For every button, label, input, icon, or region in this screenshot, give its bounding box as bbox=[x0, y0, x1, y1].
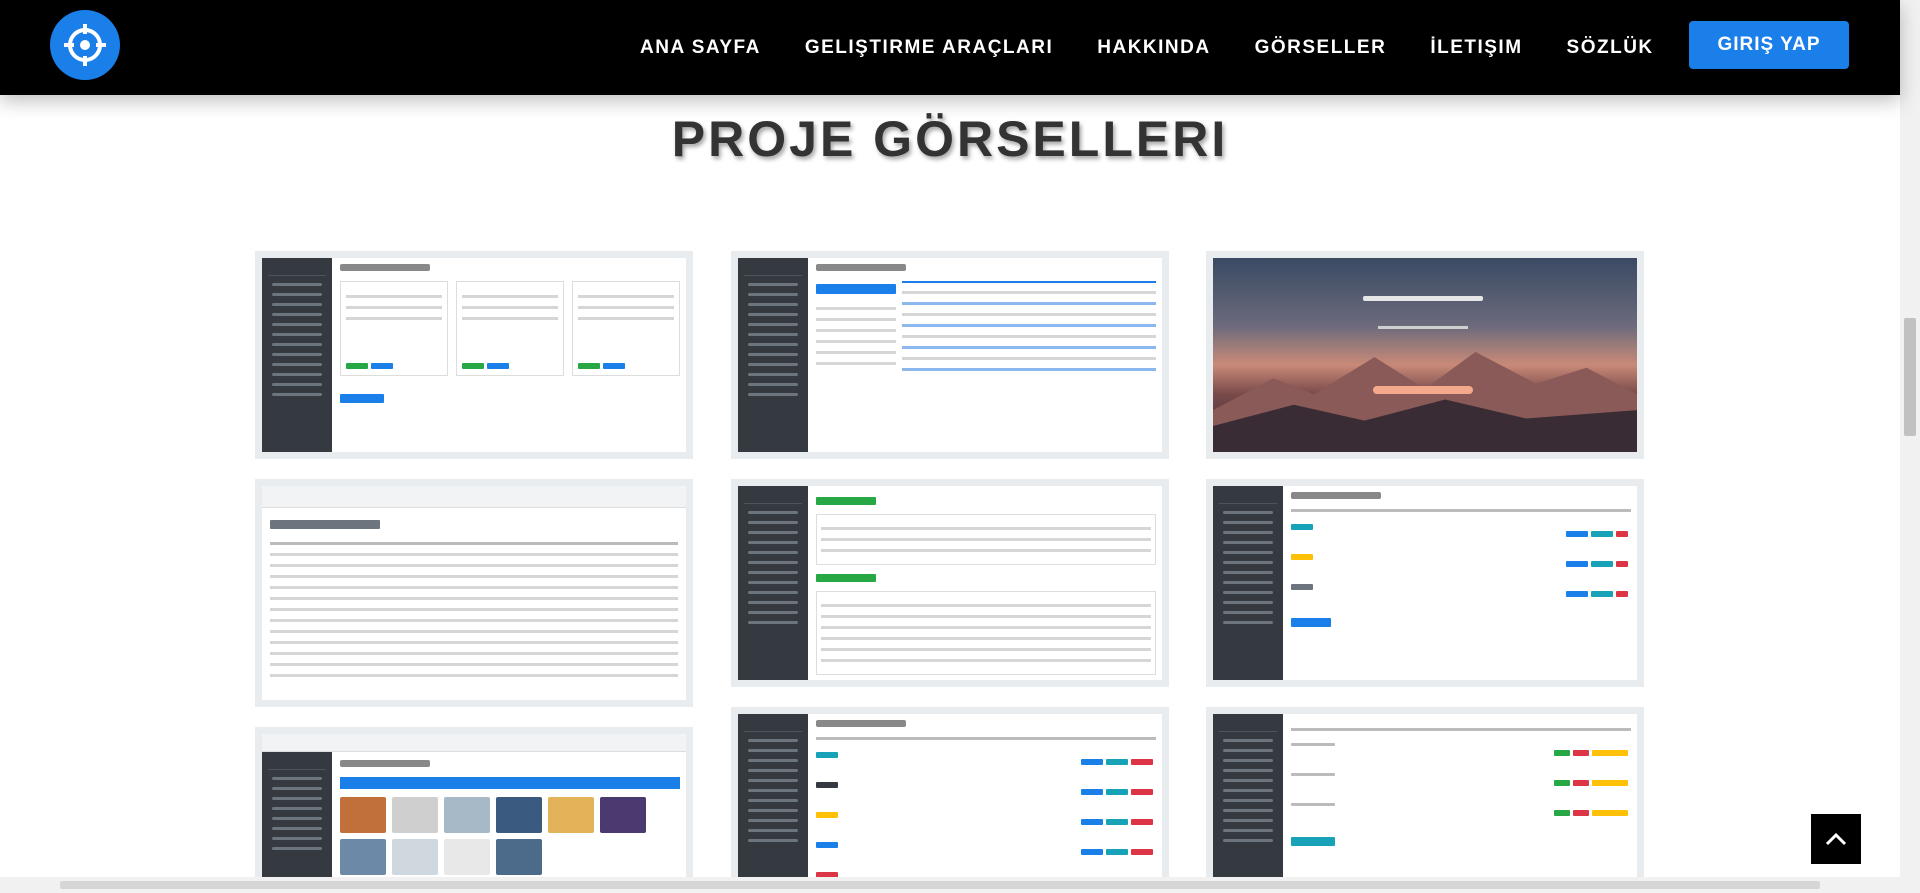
gallery-card-dictionary-gallery[interactable] bbox=[255, 727, 693, 893]
nav-gallery[interactable]: GÖRSELLER bbox=[1255, 37, 1387, 59]
nav-contact[interactable]: İLETIŞIM bbox=[1430, 37, 1522, 59]
login-button[interactable]: GIRIŞ YAP bbox=[1689, 21, 1849, 69]
screenshot-messages-page bbox=[738, 258, 1162, 452]
page: ANA SAYFA GELIŞTIRME ARAÇLARI HAKKINDA G… bbox=[0, 0, 1920, 893]
gallery-card-authors[interactable] bbox=[255, 251, 693, 459]
back-to-top-button[interactable] bbox=[1811, 814, 1861, 864]
vertical-scrollbar[interactable] bbox=[1900, 0, 1920, 893]
horizontal-scroll-thumb[interactable] bbox=[60, 881, 1820, 889]
screenshot-title-detail bbox=[738, 486, 1162, 680]
nav-about[interactable]: HAKKINDA bbox=[1097, 37, 1210, 59]
gallery-card-title-list[interactable] bbox=[731, 707, 1169, 893]
screenshot-sidebar bbox=[262, 752, 332, 886]
navbar: ANA SAYFA GELIŞTIRME ARAÇLARI HAKKINDA G… bbox=[0, 0, 1900, 95]
gallery-card-title-detail[interactable] bbox=[731, 479, 1169, 687]
gallery-card-title-actions[interactable] bbox=[1206, 479, 1644, 687]
screenshot-sidebar bbox=[738, 486, 808, 680]
nav-dev-tools[interactable]: GELIŞTIRME ARAÇLARI bbox=[805, 37, 1053, 59]
section-title: PROJE GÖRSELLERI bbox=[671, 111, 1229, 167]
gallery-card-author-login[interactable] bbox=[1206, 251, 1644, 459]
nav-home[interactable]: ANA SAYFA bbox=[640, 37, 761, 59]
screenshot-user-mails bbox=[1213, 714, 1637, 886]
nav-dictionary[interactable]: SÖZLÜK bbox=[1567, 37, 1654, 59]
screenshot-title-actions bbox=[1213, 486, 1637, 680]
screenshot-title-list bbox=[738, 714, 1162, 886]
chevron-up-icon bbox=[1825, 832, 1847, 846]
screenshot-title-table bbox=[262, 486, 686, 700]
gallery-card-title-table[interactable] bbox=[255, 479, 693, 707]
nav-links: ANA SAYFA GELIŞTIRME ARAÇLARI HAKKINDA G… bbox=[640, 0, 1698, 95]
screenshot-sidebar bbox=[1213, 486, 1283, 680]
logo-crosshair-icon[interactable] bbox=[50, 10, 120, 80]
screenshot-author-login bbox=[1213, 258, 1637, 452]
screenshot-authors-page bbox=[262, 258, 686, 452]
vertical-scroll-thumb[interactable] bbox=[1904, 318, 1916, 436]
horizontal-scrollbar[interactable] bbox=[0, 877, 1900, 893]
screenshot-sidebar bbox=[738, 258, 808, 452]
gallery-card-user-mails[interactable] bbox=[1206, 707, 1644, 893]
screenshot-sidebar bbox=[738, 714, 808, 886]
screenshot-sidebar bbox=[262, 258, 332, 452]
screenshot-sidebar bbox=[1213, 714, 1283, 886]
gallery-card-messages[interactable] bbox=[731, 251, 1169, 459]
screenshot-dictionary-gallery bbox=[262, 734, 686, 886]
